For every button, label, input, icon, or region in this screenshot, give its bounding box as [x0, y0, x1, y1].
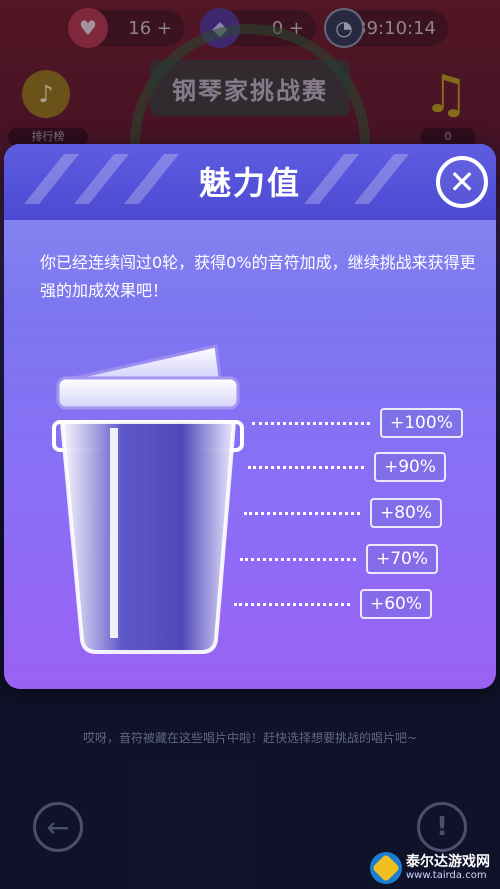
- modal-header: 魅力值 ✕: [4, 144, 496, 220]
- tier-badge: +90%: [374, 452, 447, 482]
- tier-badge: +80%: [370, 498, 443, 528]
- tier-badge: +70%: [366, 544, 439, 574]
- arrow-left-icon: ←: [46, 810, 70, 844]
- back-button[interactable]: ←: [33, 802, 83, 852]
- tier-row-60: +60%: [234, 589, 433, 619]
- charm-cup-icon: [52, 344, 244, 654]
- tier-row-100: +100%: [252, 408, 463, 438]
- modal-title: 魅力值: [198, 164, 301, 202]
- watermark-title: 泰尔达游戏网: [406, 854, 490, 870]
- tier-dotted-line: [234, 602, 350, 606]
- tier-row-90: +90%: [248, 452, 447, 482]
- modal-description: 你已经连续闯过0轮，获得0%的音符加成，继续挑战来获得更强的加成效果吧！: [40, 253, 476, 300]
- charm-modal: 魅力值 ✕ 你已经连续闯过0轮，获得0%的音符加成，继续挑战来获得更强的加成效果…: [4, 144, 496, 689]
- watermark-logo-icon: [370, 852, 402, 884]
- tier-dotted-line: [248, 465, 364, 469]
- tier-dotted-line: [240, 557, 356, 561]
- tier-dotted-line: [244, 511, 360, 515]
- watermark-url: www.tairda.com: [406, 870, 487, 881]
- close-icon: ✕: [448, 163, 476, 201]
- tier-row-80: +80%: [244, 498, 443, 528]
- hint-text: 哎呀，音符被藏在这些唱片中啦！赶快选择想要挑战的唱片吧~: [82, 731, 418, 745]
- info-button[interactable]: !: [417, 802, 467, 852]
- site-watermark: 泰尔达游戏网 www.tairda.com: [370, 850, 498, 886]
- tier-row-70: +70%: [240, 544, 439, 574]
- close-button[interactable]: ✕: [436, 156, 488, 208]
- tier-badge: +100%: [380, 408, 463, 438]
- tier-badge: +60%: [360, 589, 433, 619]
- exclamation-icon: !: [436, 812, 448, 842]
- tier-dotted-line: [252, 421, 370, 425]
